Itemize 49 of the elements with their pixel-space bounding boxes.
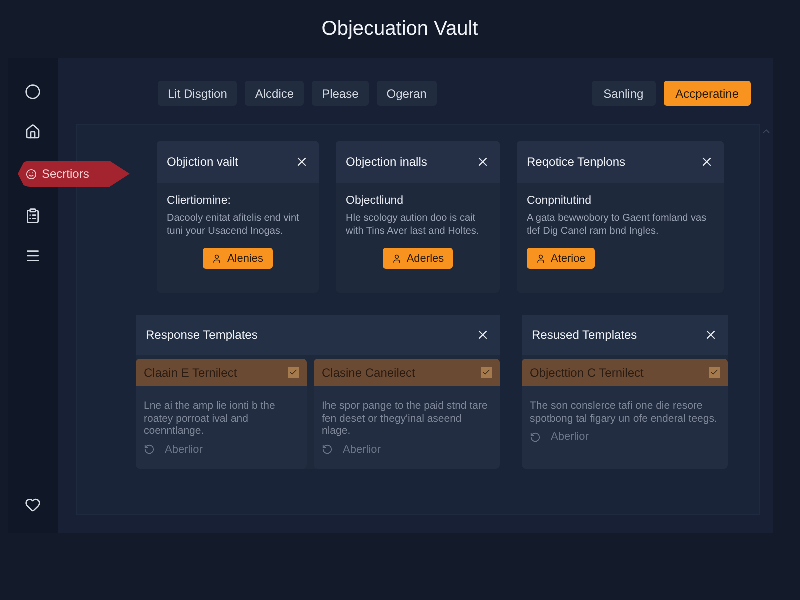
refresh-icon <box>144 444 155 455</box>
card-title: Objiction vailt <box>167 155 238 169</box>
close-button[interactable] <box>704 328 718 342</box>
close-button[interactable] <box>700 155 714 169</box>
person-icon <box>212 254 222 264</box>
template-description: Lne ai the amp lie ionti b the roatey porroat ival and coenntlange. <box>143 399 276 438</box>
card-title: Objection inalls <box>346 155 428 169</box>
close-button[interactable] <box>295 155 309 169</box>
template-title: Claain E Ternilect <box>144 366 238 380</box>
badge-label: Secrtiors <box>42 167 90 181</box>
action-button[interactable]: Alenies <box>203 248 273 269</box>
card-description: Hle scology aution doo is cait with Tins Aver last and Holtes. <box>346 213 480 238</box>
refresh-icon <box>530 432 541 442</box>
tick-icon <box>481 367 492 378</box>
card-heading: Cliertiomine: <box>167 195 231 207</box>
group-title: Resused Templates <box>532 328 638 342</box>
template-description: Ihe spor pange to the paid stnd tare fen deset or thegy'inal aseend nlage. <box>321 399 489 438</box>
close-button[interactable] <box>476 155 490 169</box>
heart-icon[interactable] <box>25 497 41 513</box>
refresh-icon <box>322 444 333 455</box>
clipboard-icon[interactable] <box>25 208 41 224</box>
circle-icon[interactable] <box>25 84 41 100</box>
person-icon <box>392 254 402 264</box>
primary-button[interactable]: Accperatine <box>664 81 751 106</box>
template-title: Clasine Caneilect <box>322 366 416 380</box>
action-button[interactable]: Aderles <box>382 248 454 269</box>
template-title: Objecttion C Ternilect <box>530 366 644 380</box>
template-description: The son conslerce tafi one die resore spotbong tal figary un ofe enderal teegs. <box>529 399 718 425</box>
smile-icon <box>26 168 37 180</box>
action-button[interactable]: Aterioe <box>527 248 595 269</box>
card-description: Dacooly enitat afitelis end vint tuni your Usacend Inogas. <box>167 213 300 238</box>
window-title: Objecuation Vault <box>320 16 480 42</box>
toolbar-tab[interactable]: Please <box>312 81 369 106</box>
toolbar-button[interactable]: Sanling <box>592 81 656 106</box>
tick-icon <box>288 367 299 378</box>
card-heading: Objectliund <box>346 195 404 207</box>
toolbar-tab[interactable]: Ogeran <box>376 81 437 106</box>
person-icon <box>536 254 546 264</box>
sections-badge[interactable]: Secrtiors <box>18 161 130 187</box>
card-description: A gata bewwobory to Gaent fomland vas tlef Dig Canel ram bnd Ingles. <box>527 213 708 238</box>
tick-icon <box>709 367 720 378</box>
card-heading: Conpnitutind <box>527 195 592 207</box>
toolbar-tab[interactable]: Alcdice <box>245 81 304 106</box>
menu-icon[interactable] <box>25 248 41 264</box>
card-title: Reqotice Tenplons <box>527 155 626 169</box>
close-button[interactable] <box>476 328 490 342</box>
toolbar-tab[interactable]: Lit Disgtion <box>158 81 238 106</box>
group-title: Response Templates <box>146 328 258 342</box>
house-icon[interactable] <box>25 124 41 140</box>
